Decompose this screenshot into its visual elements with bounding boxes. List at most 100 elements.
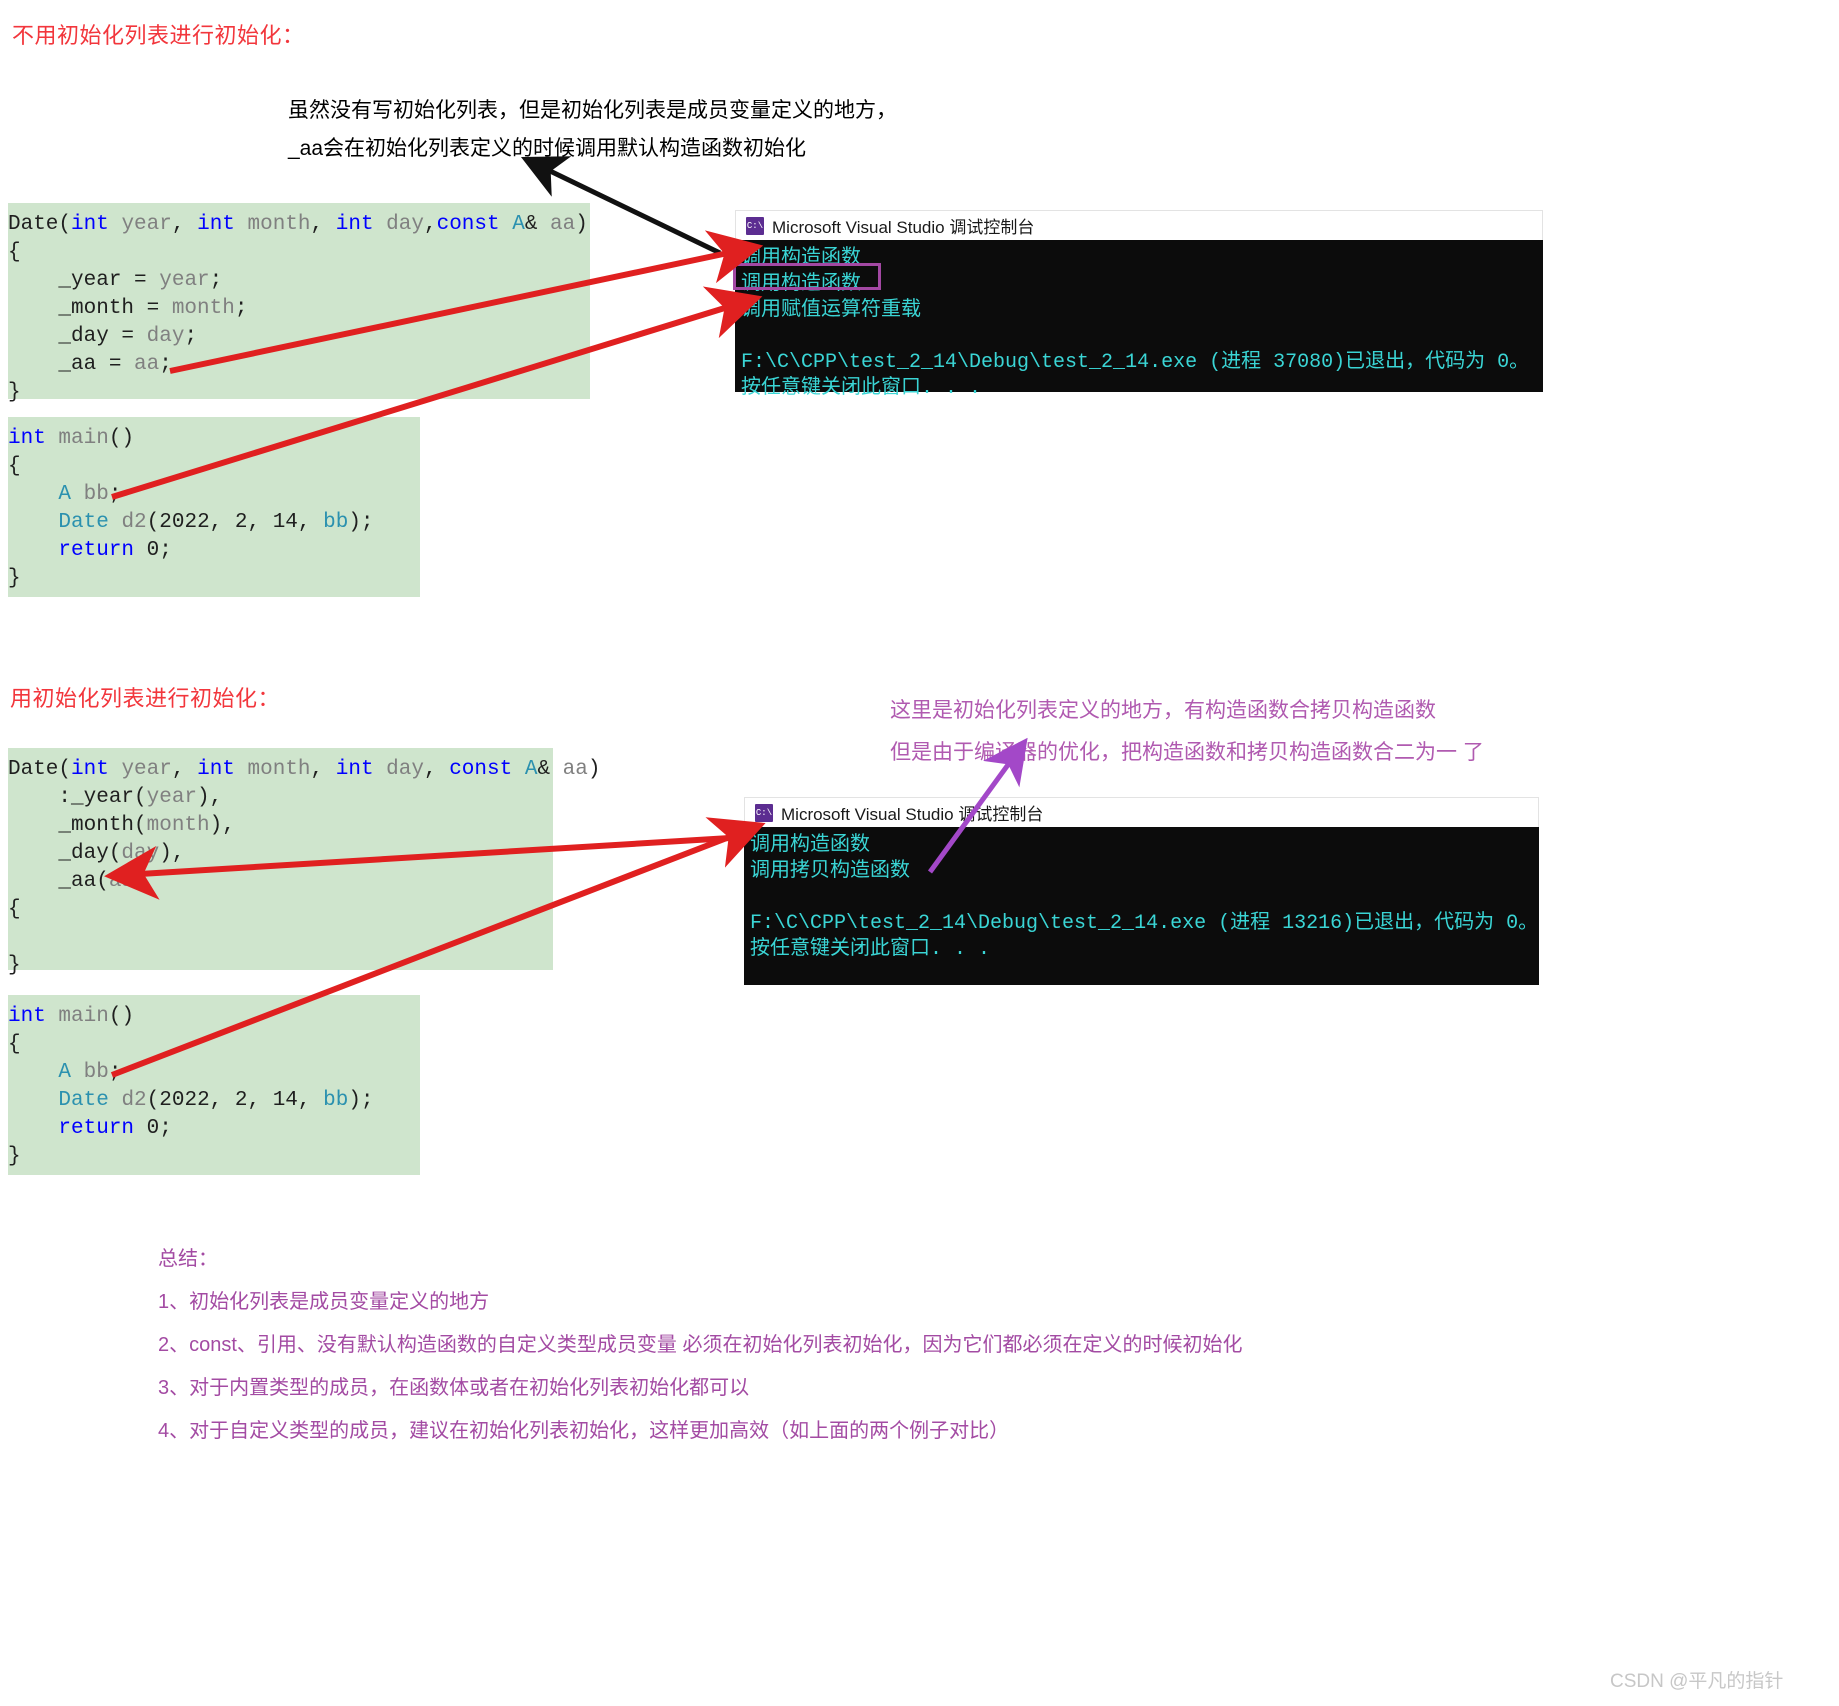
code-token: year bbox=[121, 213, 172, 236]
main-no-init-line: { bbox=[8, 453, 420, 481]
ctor-init-line: :_year(year), bbox=[8, 784, 553, 812]
main-no-init-line: return 0; bbox=[8, 537, 420, 565]
code-token: d2 bbox=[121, 1089, 147, 1112]
code-token: day bbox=[386, 213, 424, 236]
code-token: , bbox=[171, 213, 198, 236]
annotation-purple-line-2: 但是由于编译器的优化，把构造函数和拷贝构造函数合二为一 了 bbox=[890, 741, 1484, 764]
code-token: ) bbox=[134, 870, 147, 893]
code-token: (2022, 2, 14, bbox=[146, 1089, 324, 1112]
console-one-title: Microsoft Visual Studio 调试控制台 bbox=[772, 218, 1035, 237]
ctor-no-init-line: _year = year; bbox=[8, 267, 590, 295]
console-two-titlebar[interactable]: C:\ Microsoft Visual Studio 调试控制台 bbox=[744, 797, 1539, 827]
main-init-line: return 0; bbox=[8, 1115, 420, 1143]
main-no-init-line: Date d2(2022, 2, 14, bb); bbox=[8, 509, 420, 537]
console-two-line bbox=[750, 885, 1539, 911]
code-token: , bbox=[171, 758, 198, 781]
console-two-line: 按任意键关闭此窗口. . . bbox=[750, 938, 991, 961]
code-block-ctor-with-init-list: Date(int year, int month, int day, const… bbox=[8, 748, 600, 977]
main-no-init-line: } bbox=[8, 565, 420, 593]
code-token: & bbox=[524, 213, 551, 236]
code-token: return bbox=[58, 539, 135, 562]
code-token: ; bbox=[159, 353, 172, 376]
main-init-line: } bbox=[8, 1143, 420, 1171]
console-two-line: F:\C\CPP\test_2_14\Debug\test_2_14.exe (… bbox=[750, 912, 1539, 935]
summary-item: 2、const、引用、没有默认构造函数的自定义类型成员变量 必须在初始化列表初始… bbox=[158, 1334, 1243, 1356]
code-block-main-no-init-list: int main(){ A bb; Date d2(2022, 2, 14, b… bbox=[8, 417, 420, 597]
code-token: _aa( bbox=[8, 870, 109, 893]
code-token: aa bbox=[562, 758, 588, 781]
code-token: _day( bbox=[8, 842, 122, 865]
code-token: , bbox=[423, 213, 437, 236]
code-token: day bbox=[121, 842, 160, 865]
console-one-line: 调用构造函数 bbox=[741, 247, 861, 270]
summary-title: 总结： bbox=[158, 1248, 218, 1270]
page-root: 不用初始化列表进行初始化： 虽然没有写初始化列表，但是初始化列表是成员变量定义的… bbox=[0, 0, 1839, 1706]
main-no-init-line: A bb; bbox=[8, 481, 420, 509]
code-block-ctor-no-init-list: Date(int year, int month, int day,const … bbox=[8, 203, 590, 404]
code-token: aa bbox=[134, 353, 160, 376]
console-window-one[interactable]: C:\ Microsoft Visual Studio 调试控制台 调用构造函数… bbox=[735, 210, 1543, 400]
code-token: main bbox=[58, 427, 109, 450]
ctor-init-line: } bbox=[8, 952, 553, 980]
code-token: return bbox=[58, 1117, 135, 1140]
code-token: & bbox=[537, 758, 563, 781]
code-token: bb bbox=[83, 1061, 109, 1084]
code-token: int bbox=[8, 1005, 46, 1028]
summary-item: 1、初始化列表是成员变量定义的地方 bbox=[158, 1291, 490, 1313]
summary-item: 3、对于内置类型的成员，在函数体或者在初始化列表初始化都可以 bbox=[158, 1377, 750, 1399]
console-one-line: 调用赋值运算符重载 bbox=[741, 299, 921, 322]
code-token: ; bbox=[108, 1061, 122, 1084]
code-token: Date bbox=[8, 213, 59, 236]
code-token: _aa = bbox=[8, 353, 135, 376]
code-token: } bbox=[8, 1145, 21, 1168]
code-token: , bbox=[423, 758, 450, 781]
code-token: main bbox=[58, 1005, 109, 1028]
code-token: A bbox=[58, 1061, 72, 1084]
console-two-line: 调用拷贝构造函数 bbox=[750, 860, 910, 883]
code-token: Date bbox=[58, 511, 109, 534]
summary-block: 总结： 1、初始化列表是成员变量定义的地方 2、const、引用、没有默认构造函… bbox=[158, 1238, 1242, 1453]
annotation-purple-block: 这里是初始化列表定义的地方，有构造函数合拷贝构造函数 但是由于编译器的优化，把构… bbox=[890, 690, 1484, 774]
ctor-no-init-line: _aa = aa; bbox=[8, 351, 590, 379]
code-token: { bbox=[8, 898, 21, 921]
code-token: d2 bbox=[121, 511, 147, 534]
code-token: } bbox=[8, 381, 21, 404]
code-token: ); bbox=[348, 1089, 374, 1112]
annotation-black-line-1: 虽然没有写初始化列表，但是初始化列表是成员变量定义的地方， bbox=[288, 99, 897, 122]
ctor-init-line: { bbox=[8, 896, 553, 924]
console-window-two[interactable]: C:\ Microsoft Visual Studio 调试控制台 调用构造函数… bbox=[744, 797, 1539, 985]
main-no-init-line: int main() bbox=[8, 425, 420, 453]
code-token: } bbox=[8, 567, 21, 590]
code-token: year bbox=[121, 758, 172, 781]
code-token: int bbox=[335, 213, 374, 236]
ctor-no-init-line: _month = month; bbox=[8, 295, 590, 323]
code-token: ; bbox=[184, 325, 198, 348]
code-token: ), bbox=[209, 814, 235, 837]
code-token: _year = bbox=[8, 269, 160, 292]
code-token: int bbox=[8, 427, 46, 450]
code-token: int bbox=[71, 213, 109, 236]
code-token: , bbox=[310, 213, 336, 236]
code-token: aa bbox=[550, 213, 576, 236]
console-one-line bbox=[741, 324, 1543, 350]
summary-item: 4、对于自定义类型的成员，建议在初始化列表初始化，这样更加高效（如上面的两个例子… bbox=[158, 1420, 1010, 1442]
code-token: Date bbox=[8, 758, 59, 781]
console-one-output: 调用构造函数 调用构造函数 调用赋值运算符重载 F:\C\CPP\test_2_14… bbox=[735, 240, 1543, 400]
code-token: { bbox=[8, 241, 21, 264]
ctor-init-line bbox=[8, 924, 553, 952]
code-token: ; bbox=[209, 269, 223, 292]
code-token: ) bbox=[587, 758, 601, 781]
code-token: } bbox=[8, 954, 21, 977]
code-token: A bbox=[524, 758, 538, 781]
console-one-titlebar[interactable]: C:\ Microsoft Visual Studio 调试控制台 bbox=[735, 210, 1543, 240]
